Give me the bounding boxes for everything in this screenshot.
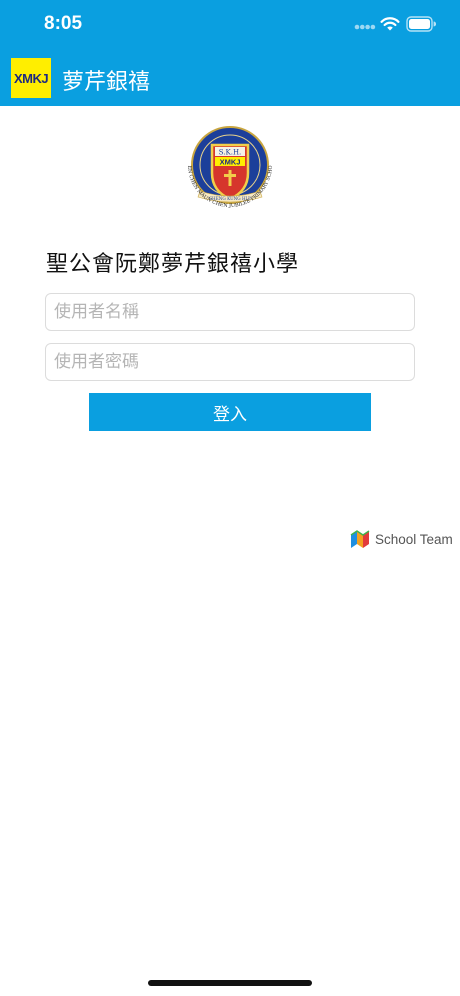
status-bar: 8:05 <box>0 0 460 50</box>
login-button[interactable]: 登入 <box>89 393 371 431</box>
battery-icon <box>406 16 436 32</box>
password-input[interactable] <box>45 343 415 381</box>
school-team-logo-icon <box>350 530 370 548</box>
app-logo-text: XMKJ <box>13 70 49 86</box>
app-logo: XMKJ <box>11 58 51 98</box>
crest-shield-text: S.K.H. <box>219 149 242 157</box>
app-header: XMKJ 萝芹銀禧 <box>0 50 460 106</box>
username-input[interactable] <box>45 293 415 331</box>
school-name: 聖公會阮鄭夢芹銀禧小學 <box>46 252 300 277</box>
wifi-icon <box>380 17 400 31</box>
status-time: 8:05 <box>44 13 83 34</box>
school-team-brand-text: School Team <box>375 531 453 547</box>
login-button-label: 登入 <box>213 404 247 425</box>
school-team-brand: School Team <box>349 528 453 550</box>
app-title: 萝芹銀禧 <box>62 70 151 95</box>
school-crest: S.K.H. XMKJ SHENG KUNG HUI YUEN CHEN MAU… <box>170 125 274 209</box>
crest-logo-text: XMKJ <box>220 158 241 167</box>
signal-icon <box>354 24 376 30</box>
home-indicator <box>148 980 312 986</box>
